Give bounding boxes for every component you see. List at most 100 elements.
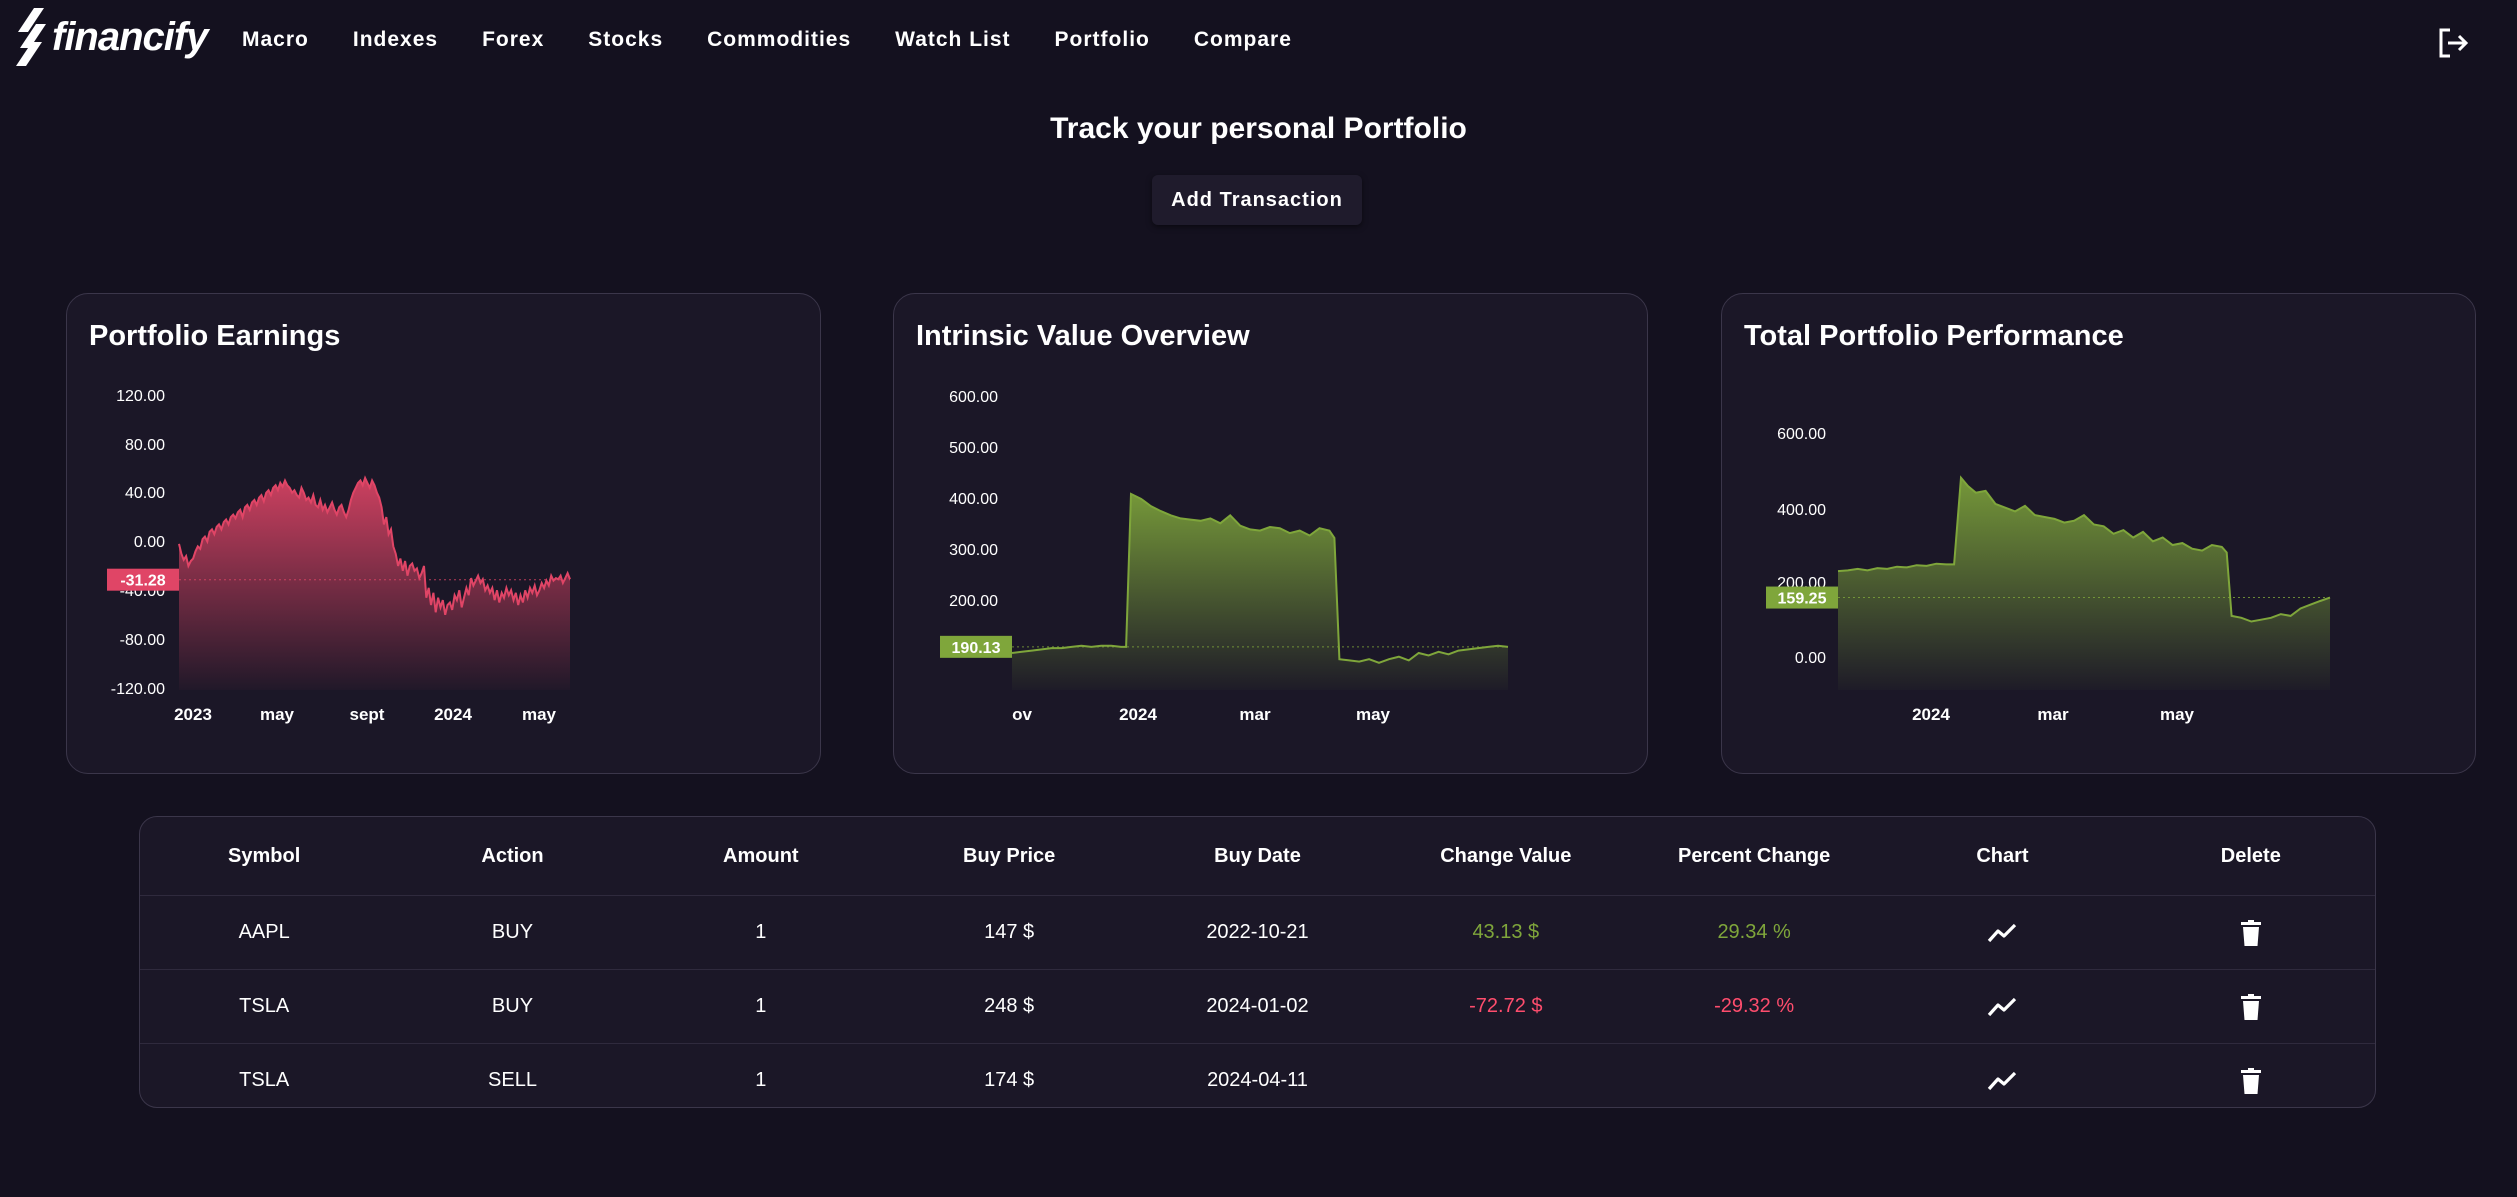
delete-cell [2126,969,2375,1044]
x-tick-label: mar [1239,705,1271,724]
current-value-label: 190.13 [952,640,1001,657]
percent-change-cell [1630,1044,1878,1108]
trash-icon[interactable] [2240,993,2261,1020]
column-header: Percent Change [1629,817,1879,896]
trend-chart-icon[interactable] [1987,996,2017,1018]
page-title: Track your personal Portfolio [1050,112,1467,145]
chart-cell [1878,1044,2126,1108]
y-tick-label: 400.00 [1777,502,1826,519]
nav-link-compare[interactable]: Compare [1194,28,1292,52]
symbol-cell: AAPL [140,895,389,970]
column-header: Action [388,817,637,896]
total-performance-card: Total Portfolio Performance 600.00 400.00… [1721,293,2476,774]
nav-link-stocks[interactable]: Stocks [588,28,663,52]
change-value-cell: 43.13 $ [1381,895,1630,970]
total-performance-chart[interactable]: 600.00400.00200.000.002024 mar may159.25 [1722,294,2477,775]
y-tick-label: -80.00 [120,632,165,649]
buy-date-cell: 2022-10-21 [1133,895,1382,970]
transactions-table: Symbol Action Amount Buy Price Buy Date … [139,816,2376,1108]
x-tick-label: mar [2037,705,2069,724]
amount-cell: 1 [636,969,885,1044]
y-tick-label: 600.00 [1777,426,1826,443]
intrinsic-value-chart[interactable]: 600.00500.00400.00300.00200.00100.00ov20… [894,294,1649,775]
column-header: Buy Date [1133,817,1382,896]
trash-icon[interactable] [2240,1067,2261,1094]
y-tick-label: -120.00 [111,681,165,698]
column-header: Amount [636,817,885,896]
trend-chart-icon[interactable] [1987,1070,2017,1092]
y-tick-label: 500.00 [949,440,998,457]
column-header: Chart [1878,817,2127,896]
delete-cell [2126,895,2375,970]
x-tick-label: may [260,705,295,724]
portfolio-earnings-card: Portfolio Earnings 120.00 80.00 40.00 0.00-… [66,293,821,774]
series-area [1012,493,1508,690]
table-row: AAPL BUY 1 147 $ 2022-10-21 43.13 $ 29.3… [140,895,2375,970]
change-value-cell: -72.72 $ [1381,969,1630,1044]
intrinsic-value-card: Intrinsic Value Overview 600.00 500.00 400… [893,293,1648,774]
action-cell: BUY [388,969,637,1044]
nav-link-watch-list[interactable]: Watch List [895,28,1010,52]
action-cell: BUY [388,895,637,970]
y-tick-label: 300.00 [949,542,998,559]
portfolio-earnings-chart[interactable]: 120.0080.0040.000.00-40.00-80.00-120.002… [67,294,822,775]
symbol-cell: TSLA [239,1069,290,1091]
percent-change-cell: 29.34 % [1629,895,1879,970]
trend-chart-icon[interactable] [1987,922,2017,944]
logo-text: financify [52,14,208,59]
logo-mark-icon [16,8,46,66]
nav-links: Macro Indexes Forex Stocks Commodities W… [242,28,1336,52]
buy-price-cell: 174 $ [984,1069,1035,1091]
y-tick-label: 200.00 [949,593,998,610]
nav-link-portfolio[interactable]: Portfolio [1055,28,1150,52]
buy-price-cell: 147 $ [884,895,1134,970]
y-tick-label: 120.00 [116,388,165,405]
column-header: Symbol [140,817,389,896]
x-tick-label: may [2160,705,2195,724]
nav-link-indexes[interactable]: Indexes [353,28,438,52]
top-navbar: financify Macro Indexes Forex Stocks Com… [0,0,2517,84]
x-tick-label: ov [1012,705,1032,724]
buy-date-cell: 2024-04-11 [1207,1069,1308,1091]
delete-cell [2127,1044,2375,1108]
add-transaction-button[interactable]: Add Transaction [1152,175,1362,225]
amount-cell: 1 [636,895,885,970]
financify-logo[interactable]: financify [14,6,208,68]
x-tick-label: may [522,705,557,724]
x-tick-label: 2024 [1119,705,1157,724]
amount-cell: 1 [755,1069,767,1091]
y-tick-label: 0.00 [134,534,165,551]
series-area [1838,477,2330,690]
buy-price-cell: 248 $ [884,969,1134,1044]
table-row: TSLA SELL 1 174 $ 2024-04-11 [140,1044,2375,1108]
y-tick-label: 80.00 [125,437,165,454]
x-tick-label: 2023 [174,705,212,724]
table-header-row: Symbol Action Amount Buy Price Buy Date … [140,817,2375,896]
chart-cell [1878,895,2127,970]
series-area [179,478,570,690]
x-tick-label: 2024 [434,705,472,724]
logout-icon[interactable] [2436,26,2470,60]
y-tick-label: 400.00 [949,491,998,508]
y-tick-label: 0.00 [1795,650,1826,667]
x-tick-label: sept [350,705,385,724]
change-value-cell [1382,1044,1630,1108]
percent-change-cell: -29.32 % [1629,969,1879,1044]
action-cell: SELL [488,1069,537,1091]
x-tick-label: may [1356,705,1391,724]
chart-cell [1878,969,2127,1044]
current-value-label: 159.25 [1778,591,1827,608]
y-tick-label: 600.00 [949,389,998,406]
y-tick-label: 40.00 [125,485,165,502]
nav-link-macro[interactable]: Macro [242,28,309,52]
buy-date-cell: 2024-01-02 [1133,969,1382,1044]
column-header: Delete [2126,817,2375,896]
table-row: TSLA BUY 1 248 $ 2024-01-02 -72.72 $ -29… [140,969,2375,1044]
column-header: Change Value [1381,817,1630,896]
nav-link-commodities[interactable]: Commodities [707,28,851,52]
nav-link-forex[interactable]: Forex [482,28,544,52]
column-header: Buy Price [884,817,1134,896]
symbol-cell: TSLA [140,969,389,1044]
x-tick-label: 2024 [1912,705,1950,724]
trash-icon[interactable] [2240,919,2261,946]
